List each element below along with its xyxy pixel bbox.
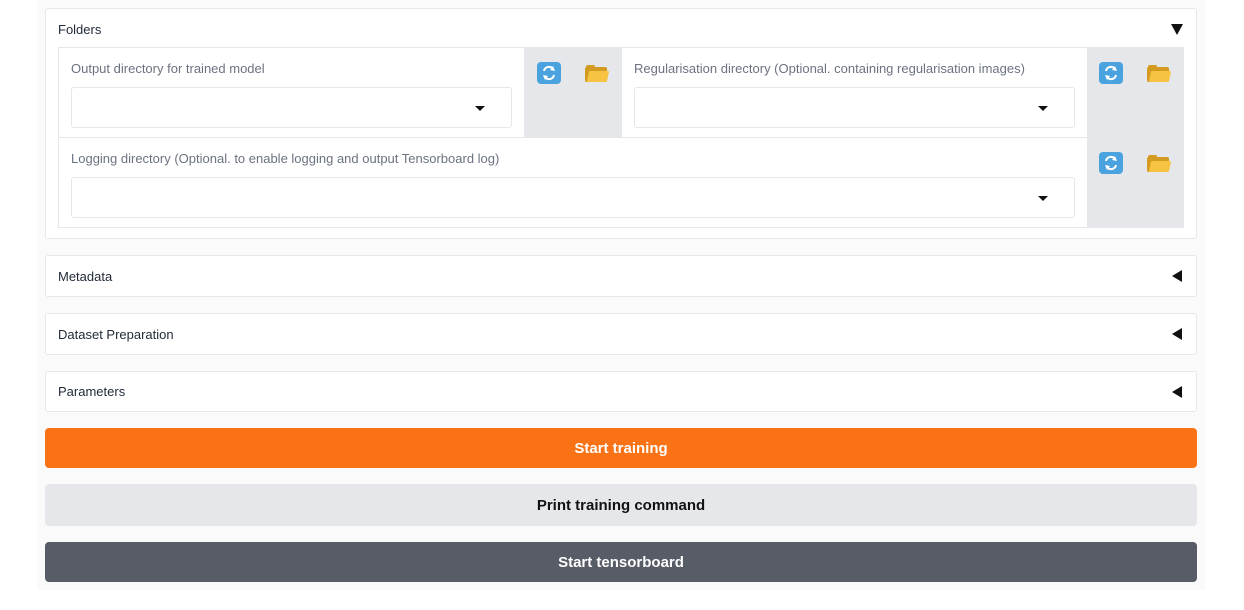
reg-dir-label: Regularisation directory (Optional. cont… bbox=[634, 61, 1025, 76]
expand-triangle-icon[interactable] bbox=[1172, 270, 1182, 282]
output-dir-refresh-button[interactable] bbox=[534, 58, 564, 88]
refresh-icon bbox=[537, 62, 561, 84]
expand-triangle-icon[interactable] bbox=[1172, 386, 1182, 398]
expand-triangle-icon[interactable] bbox=[1172, 328, 1182, 340]
metadata-accordion-header[interactable]: Metadata bbox=[58, 269, 112, 284]
output-dir-tools bbox=[524, 47, 621, 138]
folders-accordion: Folders Output directory for trained mod… bbox=[45, 8, 1197, 239]
logging-dir-label: Logging directory (Optional. to enable l… bbox=[71, 151, 500, 166]
logging-dir-dropdown[interactable] bbox=[71, 177, 1075, 218]
output-dir-browse-button[interactable] bbox=[581, 58, 611, 88]
refresh-icon bbox=[1099, 152, 1123, 174]
chevron-down-icon bbox=[1038, 196, 1048, 201]
start-training-button[interactable]: Start training bbox=[45, 428, 1197, 468]
folders-accordion-header[interactable]: Folders bbox=[58, 22, 101, 37]
start-tensorboard-button[interactable]: Start tensorboard bbox=[45, 542, 1197, 582]
reg-dir-refresh-button[interactable] bbox=[1096, 58, 1126, 88]
folder-open-icon bbox=[1147, 64, 1172, 82]
logging-dir-block: Logging directory (Optional. to enable l… bbox=[58, 137, 1088, 228]
folder-open-icon bbox=[585, 64, 610, 82]
reg-dir-dropdown[interactable] bbox=[634, 87, 1075, 128]
dataset-preparation-accordion[interactable]: Dataset Preparation bbox=[45, 313, 1197, 355]
parameters-accordion-header[interactable]: Parameters bbox=[58, 384, 125, 399]
logging-dir-refresh-button[interactable] bbox=[1096, 148, 1126, 178]
output-dir-dropdown[interactable] bbox=[71, 87, 512, 128]
refresh-icon bbox=[1099, 62, 1123, 84]
chevron-down-icon bbox=[1038, 106, 1048, 111]
metadata-accordion[interactable]: Metadata bbox=[45, 255, 1197, 297]
folder-open-icon bbox=[1147, 154, 1172, 172]
reg-dir-block: Regularisation directory (Optional. cont… bbox=[621, 47, 1088, 138]
output-dir-block: Output directory for trained model bbox=[58, 47, 525, 138]
print-training-command-button[interactable]: Print training command bbox=[45, 484, 1197, 526]
chevron-down-icon bbox=[475, 106, 485, 111]
collapse-triangle-icon[interactable] bbox=[1171, 24, 1183, 35]
logging-dir-browse-button[interactable] bbox=[1143, 148, 1173, 178]
dataset-preparation-accordion-header[interactable]: Dataset Preparation bbox=[58, 327, 174, 342]
parameters-accordion[interactable]: Parameters bbox=[45, 371, 1197, 412]
reg-dir-tools bbox=[1087, 47, 1184, 228]
output-dir-label: Output directory for trained model bbox=[71, 61, 265, 76]
reg-dir-browse-button[interactable] bbox=[1143, 58, 1173, 88]
